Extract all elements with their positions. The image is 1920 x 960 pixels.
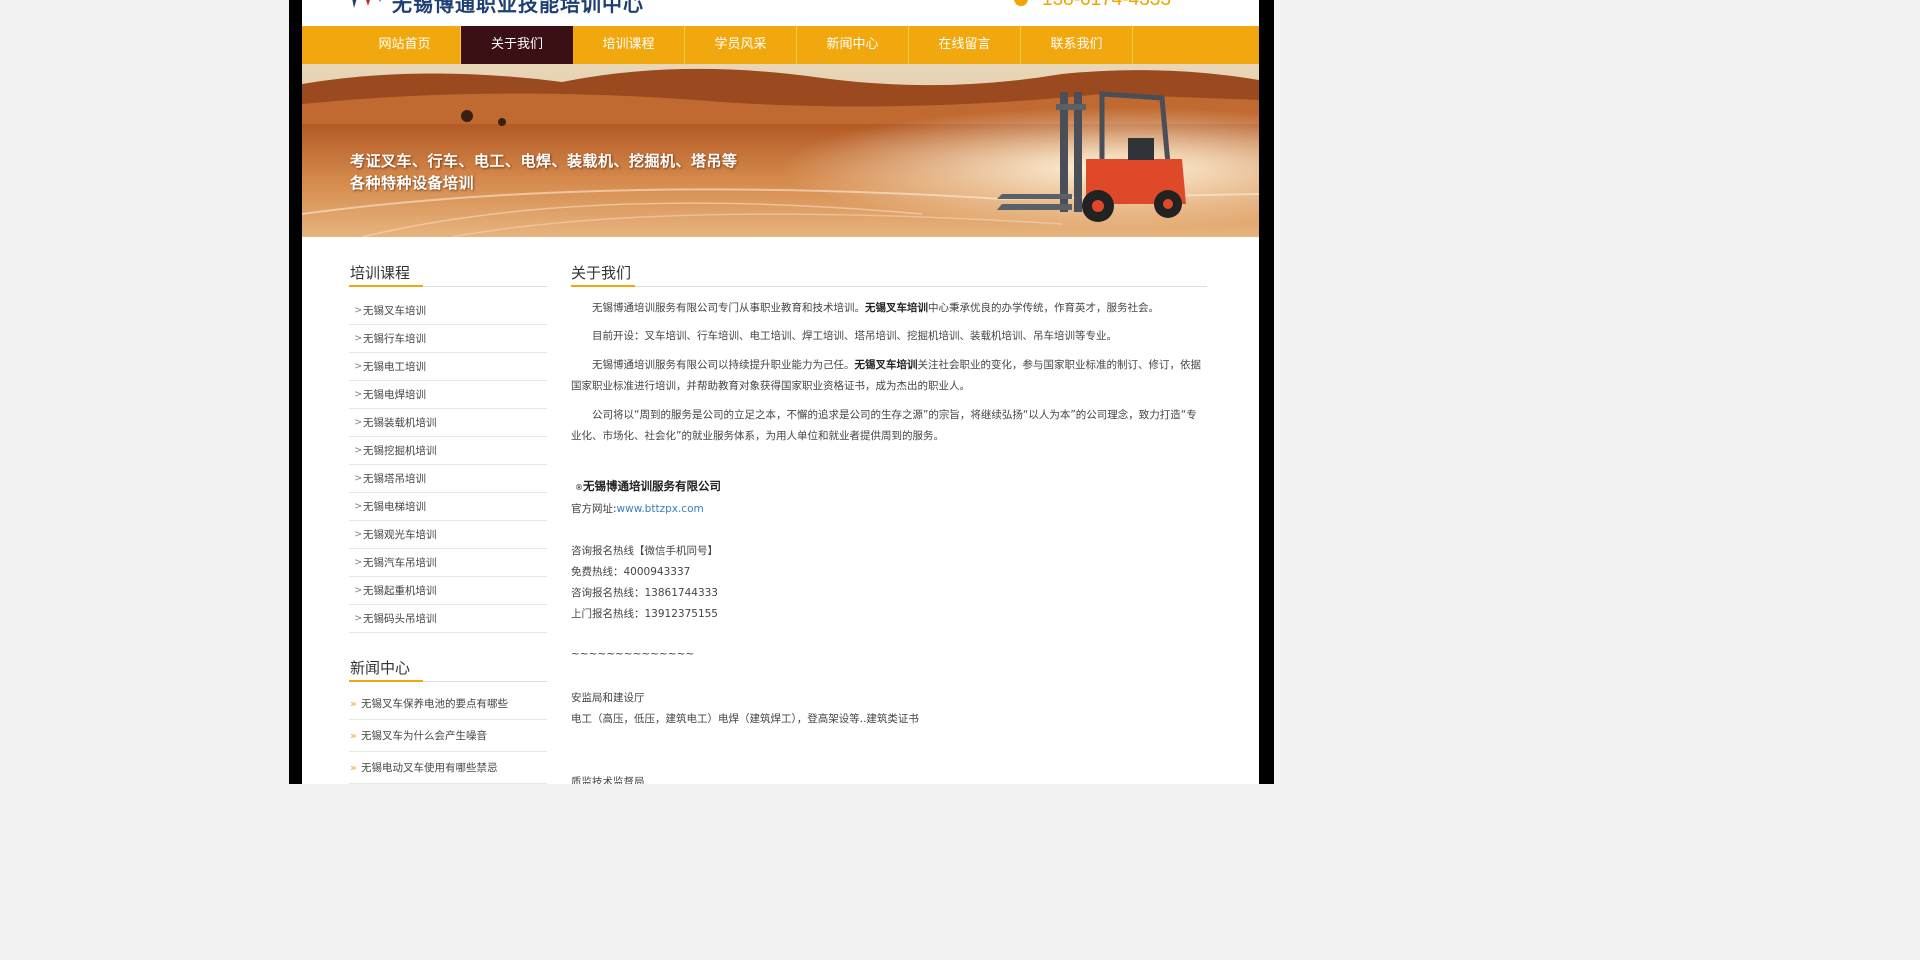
nav-courses[interactable]: 培训课程 xyxy=(573,26,685,64)
header-phone: 138-6174-4333 xyxy=(1042,0,1171,11)
chevron-right-icon: > xyxy=(354,445,363,456)
frame-right xyxy=(1259,0,1274,784)
intro-paragraph-2: 目前开设：叉车培训、行车培训、电工培训、焊工培训、塔吊培训、挖掘机培训、装载机培… xyxy=(592,330,1117,342)
chevron-right-icon: > xyxy=(354,389,363,400)
double-chevron-icon: » xyxy=(350,761,357,774)
intro-paragraph-3: 无锡博通培训服务有限公司以持续提升职业能力为己任。无锡叉车培训关注社会职业的变化… xyxy=(571,359,1201,392)
sidebar-item-sightseeing[interactable]: > 无锡观光车培训 xyxy=(349,521,547,549)
phone-icon xyxy=(1014,0,1028,6)
intro-paragraph-1: 无锡博通培训服务有限公司专门从事职业教育和技术培训。无锡叉车培训中心秉承优良的办… xyxy=(592,302,1159,314)
sidebar-item-dock-crane[interactable]: > 无锡码头吊培训 xyxy=(349,605,547,633)
nav-about[interactable]: 关于我们 xyxy=(461,26,573,64)
sidebar-courses-accent xyxy=(349,285,423,287)
sidebar-item-excavator[interactable]: > 无锡挖掘机培训 xyxy=(349,437,547,465)
nav-news[interactable]: 新闻中心 xyxy=(797,26,909,64)
chevron-right-icon: > xyxy=(354,585,363,596)
double-chevron-icon: » xyxy=(350,697,357,710)
sidebar-courses-title: 培训课程 xyxy=(350,264,411,282)
main-title-accent xyxy=(571,285,635,287)
chevron-right-icon: > xyxy=(354,613,363,624)
sidebar-item-elevator[interactable]: > 无锡电梯培训 xyxy=(349,493,547,521)
sidebar-item-loader[interactable]: > 无锡装载机培训 xyxy=(349,409,547,437)
chevron-right-icon: > xyxy=(354,501,363,512)
free-hotline: 免费热线：4000943337 xyxy=(571,566,691,578)
keyword-link[interactable]: 无锡叉车培训 xyxy=(855,359,918,371)
chevron-right-icon: > xyxy=(354,305,363,316)
visit-hotline: 上门报名热线：13912375155 xyxy=(571,608,718,620)
tilde-divider: ~~~~~~~~~~~~~~ xyxy=(571,648,695,660)
chevron-right-icon: > xyxy=(354,361,363,372)
chevron-right-icon: > xyxy=(354,417,363,428)
chevron-right-icon: > xyxy=(354,557,363,568)
sidebar-news-title: 新闻中心 xyxy=(350,659,411,677)
nav-contact[interactable]: 联系我们 xyxy=(1021,26,1133,64)
nav-message[interactable]: 在线留言 xyxy=(909,26,1021,64)
sidebar-item-forklift[interactable]: > 无锡叉车培训 xyxy=(349,297,547,325)
banner-line-2: 各种特种设备培训 xyxy=(350,174,475,192)
nav-students[interactable]: 学员风采 xyxy=(685,26,797,64)
news-item[interactable]: » 无锡叉车为什么会产生噪音 xyxy=(349,720,547,752)
banner: 考证叉车、行车、电工、电焊、装载机、挖掘机、塔吊等 各种特种设备培训 xyxy=(302,64,1259,237)
bureau-heading-2: 质监技术监督局 xyxy=(571,776,645,784)
news-item[interactable]: » 无锡电动叉车使用有哪些禁忌 xyxy=(349,752,547,784)
sidebar-item-tower-crane[interactable]: > 无锡塔吊培训 xyxy=(349,465,547,493)
page-title: 关于我们 xyxy=(571,264,632,282)
sidebar-item-electrician[interactable]: > 无锡电工培训 xyxy=(349,353,547,381)
website-link[interactable]: www.bttzpx.com xyxy=(617,503,704,515)
sidebar-item-crane[interactable]: > 无锡行车培训 xyxy=(349,325,547,353)
chevron-right-icon: > xyxy=(354,473,363,484)
main-nav: 网站首页 关于我们 培训课程 学员风采 新闻中心 在线留言 联系我们 xyxy=(302,26,1259,64)
website-line: 官方网址:www.bttzpx.com xyxy=(571,503,704,515)
keyword-link[interactable]: 无锡叉车培训 xyxy=(865,302,928,314)
sidebar-news-accent xyxy=(349,680,423,682)
chevron-right-icon: > xyxy=(354,529,363,540)
nav-home[interactable]: 网站首页 xyxy=(349,26,461,64)
sidebar-item-welding[interactable]: > 无锡电焊培训 xyxy=(349,381,547,409)
sidebar-item-truck-crane[interactable]: > 无锡汽车吊培训 xyxy=(349,549,547,577)
sidebar-item-hoist[interactable]: > 无锡起重机培训 xyxy=(349,577,547,605)
header: 无锡博通职业技能培训中心 138-6174-4333 xyxy=(302,0,1259,26)
logo-text[interactable]: 无锡博通职业技能培训中心 xyxy=(392,0,644,17)
news-item[interactable]: » 无锡叉车保养电池的要点有哪些 xyxy=(349,688,547,720)
chevron-right-icon: > xyxy=(354,333,363,344)
frame-left xyxy=(289,0,302,784)
intro-paragraph-4: 公司将以“周到的服务是公司的立足之本，不懈的追求是公司的生存之源”的宗旨，将继续… xyxy=(571,409,1197,442)
double-chevron-icon: » xyxy=(350,729,357,742)
hotline-title: 咨询报名热线【微信手机同号】 xyxy=(571,545,718,557)
consult-hotline: 咨询报名热线：13861744333 xyxy=(571,587,718,599)
main-title-divider xyxy=(571,286,1207,287)
banner-line-1: 考证叉车、行车、电工、电焊、装载机、挖掘机、塔吊等 xyxy=(350,152,738,170)
company-name: ®无锡博通培训服务有限公司 xyxy=(575,479,721,493)
bureau-certs: 电工（高压，低压，建筑电工）电焊（建筑焊工），登高架设等..建筑类证书 xyxy=(571,713,919,725)
page: 无锡博通职业技能培训中心 138-6174-4333 网站首页 关于我们 培训课… xyxy=(302,0,1259,784)
bureau-heading: 安监局和建设厅 xyxy=(571,692,645,704)
logo-icon[interactable] xyxy=(348,0,388,8)
